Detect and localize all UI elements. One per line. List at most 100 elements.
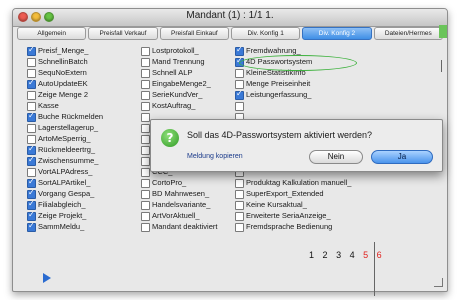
option-label: ArtVorAktuell_	[152, 211, 200, 220]
checkbox-checked[interactable]	[27, 210, 36, 221]
copy-message-link[interactable]: Meldung kopieren	[187, 153, 243, 160]
option-label: Handelsvariante_	[152, 200, 211, 209]
checkbox-unchecked[interactable]	[235, 179, 244, 188]
checkbox-unchecked[interactable]	[141, 223, 150, 232]
checkbox-unchecked[interactable]	[141, 179, 150, 188]
checkbox-unchecked[interactable]	[141, 80, 150, 89]
checkbox-checked[interactable]	[27, 177, 36, 188]
option-label: KostAuftrag_	[152, 101, 196, 110]
option-label: SammMeldu_	[38, 222, 85, 231]
checkbox-checked[interactable]	[27, 155, 36, 166]
tab-div-konfig-2[interactable]: Div. Konfig 2	[302, 27, 372, 40]
checkbox-unchecked[interactable]	[141, 113, 150, 122]
dialog-question: Soll das 4D-Passwortsystem aktiviert wer…	[187, 130, 373, 140]
confirm-dialog: ? Soll das 4D-Passwortsystem aktiviert w…	[150, 119, 443, 172]
page-5[interactable]: 5	[363, 250, 368, 260]
checkbox-unchecked[interactable]	[235, 223, 244, 232]
checkbox-checked[interactable]	[27, 144, 36, 155]
option-label: ArtoMeSperrig_	[38, 134, 91, 143]
checkbox-unchecked[interactable]	[27, 135, 36, 144]
option-label: Fremdsprache Bedienung	[246, 222, 333, 231]
option-label: SerieKundVer_	[152, 90, 203, 99]
option-label: Schnell ALP	[152, 68, 193, 77]
checkbox-unchecked[interactable]	[141, 212, 150, 221]
option-label: Menge Preiseinheit	[246, 79, 311, 88]
checkbox-unchecked[interactable]	[235, 190, 244, 199]
option-label: Rückmeldeertrg_	[38, 145, 96, 154]
tab-preisfall-verkauf[interactable]: Preisfall Verkauf	[88, 27, 158, 40]
checkbox-unchecked[interactable]	[141, 135, 150, 144]
option-label: SchnellinBatch	[38, 57, 88, 66]
checkbox-unchecked[interactable]	[235, 102, 244, 111]
pagination: 1 2 3 4 5 6	[309, 250, 388, 260]
option-label: EingabeMenge2_	[152, 79, 211, 88]
checkbox-unchecked[interactable]	[141, 58, 150, 67]
callout-line	[441, 60, 442, 72]
page-2[interactable]: 2	[323, 250, 328, 260]
option-label: SuperExport_Extended	[246, 189, 324, 198]
checkbox-unchecked[interactable]	[141, 168, 150, 177]
option-label: Mandant deaktiviert	[152, 222, 218, 231]
option-label: Zeige Menge 2	[38, 90, 89, 99]
window-title: Mandant (1) : 1/1 1.	[186, 10, 274, 21]
tab-allgemein[interactable]: Allgemein	[17, 27, 87, 40]
checkbox-unchecked[interactable]	[141, 146, 150, 155]
play-icon[interactable]	[43, 273, 51, 283]
checkbox-unchecked[interactable]	[141, 124, 150, 133]
callout-line	[374, 242, 375, 296]
option-label: Preisf_Menge_	[38, 46, 89, 55]
option-label: Mand Trennung	[152, 57, 205, 66]
tab-dateien-hermes[interactable]: Dateien/Hermes	[373, 27, 443, 40]
checkbox-unchecked[interactable]	[141, 201, 150, 210]
checkbox-unchecked[interactable]	[235, 201, 244, 210]
tab-scroll-indicator	[439, 25, 447, 38]
checkbox-unchecked[interactable]	[27, 168, 36, 177]
checkbox-unchecked[interactable]	[141, 157, 150, 166]
option-label: Buche Rückmelden	[38, 112, 104, 121]
option-label: Filialabgleich_	[38, 200, 86, 209]
checkbox-unchecked[interactable]	[141, 69, 150, 78]
checkbox-checked[interactable]	[235, 89, 244, 100]
checkbox-checked[interactable]	[27, 199, 36, 210]
option-label: BD Mahnwesen_	[152, 189, 210, 198]
resize-grip-icon[interactable]	[434, 278, 443, 287]
checkbox-unchecked[interactable]	[27, 91, 36, 100]
tab-preisfall-einkauf[interactable]: Preisfall Einkauf	[159, 27, 229, 40]
page-6[interactable]: 6	[377, 250, 382, 260]
question-icon: ?	[161, 129, 179, 147]
checkbox-unchecked[interactable]	[141, 102, 150, 111]
option-label: Produktag Kalkulation manuell_	[246, 178, 352, 187]
checkbox-unchecked[interactable]	[235, 80, 244, 89]
checkbox-checked[interactable]	[27, 221, 36, 232]
option-label: Vorgang Gespa_	[38, 189, 95, 198]
checkbox-unchecked[interactable]	[141, 47, 150, 56]
checkbox-checked[interactable]	[27, 111, 36, 122]
passwort-highlight-ellipse	[239, 55, 357, 71]
checkbox-unchecked[interactable]	[27, 102, 36, 111]
checkbox-unchecked[interactable]	[27, 124, 36, 133]
page-1[interactable]: 1	[309, 250, 314, 260]
option-label: VortALPAdress_	[38, 167, 93, 176]
checkbox-unchecked[interactable]	[141, 91, 150, 100]
checkbox-unchecked[interactable]	[27, 58, 36, 67]
option-label: Kasse	[38, 101, 59, 110]
tab-bar: Allgemein Preisfall Verkauf Preisfall Ei…	[16, 27, 444, 40]
page-4[interactable]: 4	[350, 250, 355, 260]
option-label: Zeige Projekt_	[38, 211, 87, 220]
checkbox-checked[interactable]	[27, 188, 36, 199]
checkbox-checked[interactable]	[235, 45, 244, 56]
checkbox-unchecked[interactable]	[141, 190, 150, 199]
no-button[interactable]: Nein	[309, 150, 363, 164]
checkbox-checked[interactable]	[27, 45, 36, 56]
yes-button[interactable]: Ja	[371, 150, 433, 164]
option-label: SortALPArtikel_	[38, 178, 91, 187]
page-3[interactable]: 3	[336, 250, 341, 260]
option-label: CortoPro_	[152, 178, 187, 187]
checkbox-unchecked[interactable]	[235, 69, 244, 78]
checkbox-unchecked[interactable]	[235, 212, 244, 221]
checkbox-checked[interactable]	[27, 78, 36, 89]
tab-div-konfig-1[interactable]: Div. Konfig 1	[230, 27, 301, 40]
option-label: Keine Kursaktual_	[246, 200, 307, 209]
checkbox-unchecked[interactable]	[27, 69, 36, 78]
option-label: Zwischensumme_	[38, 156, 99, 165]
